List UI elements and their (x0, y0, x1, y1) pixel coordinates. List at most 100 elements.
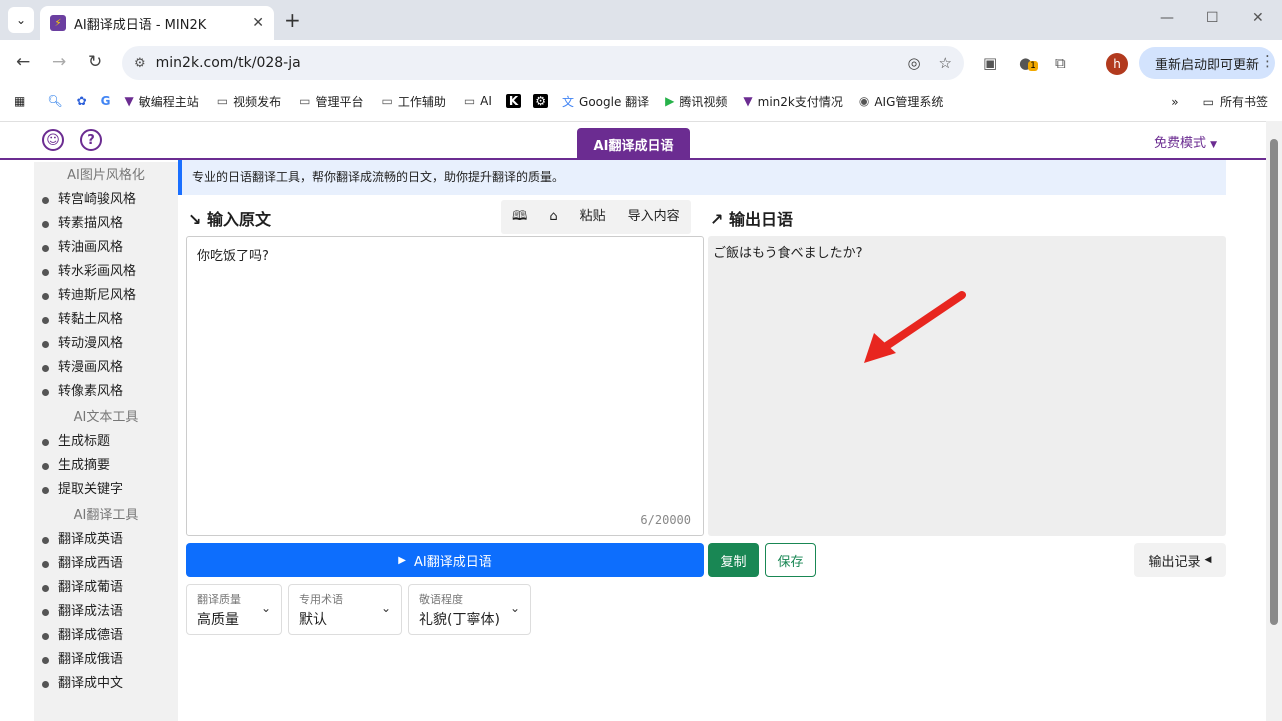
arrow-up-right-icon: ↗ (710, 210, 724, 229)
bookmark-item[interactable]: ▶ 腾讯视频 (665, 93, 727, 110)
sidebar-item-label: 翻译成德语 (58, 628, 124, 643)
baidu-paw-icon[interactable]: ✿ (77, 94, 87, 108)
input-section-title: ↘ 输入原文 (188, 210, 271, 229)
bullet-icon (42, 196, 49, 204)
sidebar-item[interactable]: 转黏土风格 (34, 308, 178, 332)
sidebar-item[interactable]: 翻译成俄语 (34, 648, 178, 672)
url-text[interactable]: min2k.com/tk/028-ja (156, 55, 890, 71)
extension-badge-icon[interactable]: ●1 (1019, 54, 1038, 72)
screen-cast-icon[interactable]: ▣ (983, 54, 997, 72)
new-tab-icon[interactable]: + (284, 8, 301, 32)
terminology-select[interactable]: 专用术语 默认 ⌄ (288, 584, 402, 635)
page-content: ☺ ? AI翻译成日语 免费模式 ▼ AI图片风格化 转宫崎骏风格 转素描风格 转油画… (0, 121, 1266, 721)
bookmark-item[interactable]: ▭ 管理平台 (299, 93, 363, 110)
help-icon[interactable]: ? (80, 129, 102, 151)
bookmark-star-icon[interactable]: ☆ (939, 54, 952, 72)
sidebar-item[interactable]: 转宫崎骏风格 (34, 188, 178, 212)
basket-icon[interactable]: ⌂ (538, 200, 568, 234)
all-bookmarks-link[interactable]: 所有书签 (1220, 93, 1268, 110)
maximize-icon[interactable]: ☐ (1206, 10, 1219, 26)
sidebar-item-label: 生成标题 (58, 434, 111, 449)
sidebar-item[interactable]: 转动漫风格 (34, 332, 178, 356)
sidebar-item-label: 转水彩画风格 (58, 264, 137, 279)
sidebar-item[interactable]: 翻译成英语 (34, 528, 178, 552)
chevron-down-icon: ⌄ (509, 601, 520, 615)
bookmark-item[interactable]: 文 Google 翻译 (562, 93, 649, 110)
source-textarea[interactable]: 你吃饭了吗? 6/20000 (186, 236, 704, 536)
sidebar-item[interactable]: 转像素风格 (34, 380, 178, 404)
ai-app-icon[interactable]: ⚙ (533, 94, 548, 108)
bookmark-item[interactable]: ▭ 视频发布 (217, 93, 281, 110)
sidebar-item[interactable]: 转素描风格 (34, 212, 178, 236)
more-menu-icon[interactable]: ⋮ (1260, 52, 1275, 70)
update-button[interactable]: 重新启动即可更新 (1139, 47, 1275, 79)
output-section-title: ↗ 输出日语 (710, 210, 793, 229)
chevron-double-right-icon[interactable]: » (1171, 95, 1178, 109)
sidebar-item[interactable]: 翻译成法语 (34, 600, 178, 624)
bookmark-item[interactable]: ◉ AIG管理系统 (859, 93, 944, 110)
sidebar-item[interactable]: 翻译成西语 (34, 552, 178, 576)
tool-icon: ▼ (743, 94, 753, 108)
sidebar-item[interactable]: 翻译成中文 (34, 672, 178, 696)
copy-button[interactable]: 复制 (708, 543, 759, 577)
close-window-icon[interactable]: ✕ (1252, 10, 1264, 26)
tab-search-icon[interactable]: ⌄ (8, 7, 34, 33)
book-icon[interactable]: 🕮 (501, 200, 538, 234)
forward-icon[interactable]: → (52, 52, 66, 72)
sidebar-item-label: 翻译成俄语 (58, 652, 124, 667)
play-icon: ▶ (398, 554, 406, 566)
bullet-icon (42, 388, 49, 396)
sidebar-item[interactable]: 转迪斯尼风格 (34, 284, 178, 308)
tab-ai-translate-japanese[interactable]: AI翻译成日语 (577, 128, 690, 160)
sidebar-item-label: 转油画风格 (58, 240, 124, 255)
bookmark-item[interactable]: ▭ AI (464, 94, 492, 108)
browser-tab[interactable]: ⚡ AI翻译成日语 - MIN2K ✕ (40, 6, 274, 40)
sidebar-item[interactable]: 生成标题 (34, 430, 178, 454)
minimize-icon[interactable]: — (1160, 10, 1174, 26)
output-history-button[interactable]: 输出记录 ◀ (1134, 543, 1226, 577)
bookmark-item[interactable]: ▭ 工作辅助 (381, 93, 445, 110)
bookmark-item[interactable]: ▼ min2k支付情况 (743, 93, 842, 110)
site-info-icon[interactable]: ⚙ (134, 56, 146, 71)
bookmark-item[interactable]: ▼ 敏编程主站 (125, 93, 199, 110)
sidebar-group-heading: AI翻译工具 (73, 508, 139, 523)
bullet-icon (42, 364, 49, 372)
bullet-icon (42, 536, 49, 544)
profile-avatar[interactable]: h (1106, 53, 1128, 75)
bullet-icon (42, 462, 49, 470)
top-nav: ☺ ? AI翻译成日语 免费模式 ▼ (0, 122, 1266, 160)
free-mode-dropdown[interactable]: 免费模式 ▼ (1154, 132, 1217, 151)
k-app-icon[interactable]: K (505, 94, 522, 108)
sidebar-item[interactable]: 提取关键字 (34, 478, 178, 502)
sidebar-item-label: 转迪斯尼风格 (58, 288, 137, 303)
sidebar-item[interactable]: 转油画风格 (34, 236, 178, 260)
google-g-icon[interactable]: G (101, 94, 111, 108)
eye-off-icon[interactable]: ◎ (907, 54, 920, 72)
scroll-thumb[interactable] (1270, 139, 1278, 625)
search-icon[interactable]: 🔍︎ (47, 94, 62, 108)
translate-icon: 文 (562, 94, 575, 109)
paste-button[interactable]: 粘贴 (569, 200, 617, 234)
save-button[interactable]: 保存 (765, 543, 816, 577)
extensions-puzzle-icon[interactable]: ⧉ (1055, 54, 1066, 72)
tab-close-icon[interactable]: ✕ (252, 15, 264, 31)
quality-select[interactable]: 翻译质量 高质量 ⌄ (186, 584, 282, 635)
translate-button[interactable]: ▶ AI翻译成日语 (186, 543, 704, 577)
import-button[interactable]: 导入内容 (617, 200, 691, 234)
sidebar-item[interactable]: 转水彩画风格 (34, 260, 178, 284)
apps-grid-icon[interactable]: ▦ (14, 94, 25, 108)
bullet-icon (42, 608, 49, 616)
caret-down-icon: ▼ (1210, 140, 1218, 150)
reload-icon[interactable]: ↻ (88, 52, 102, 72)
sidebar-item[interactable]: 生成摘要 (34, 454, 178, 478)
user-icon[interactable]: ☺ (42, 129, 64, 151)
address-bar[interactable]: ⚙ min2k.com/tk/028-ja ◎ ☆ (122, 46, 964, 80)
back-icon[interactable]: ← (16, 52, 30, 72)
sidebar-item[interactable]: 转漫画风格 (34, 356, 178, 380)
sidebar-item[interactable]: 翻译成葡语 (34, 576, 178, 600)
honorific-select[interactable]: 敬语程度 礼貌(丁寧体) ⌄ (408, 584, 531, 635)
sidebar-item[interactable]: 翻译成德语 (34, 624, 178, 648)
extension-badge-count: 1 (1028, 61, 1038, 71)
folder-icon: ▭ (1202, 94, 1214, 109)
page-scrollbar[interactable] (1266, 121, 1282, 721)
